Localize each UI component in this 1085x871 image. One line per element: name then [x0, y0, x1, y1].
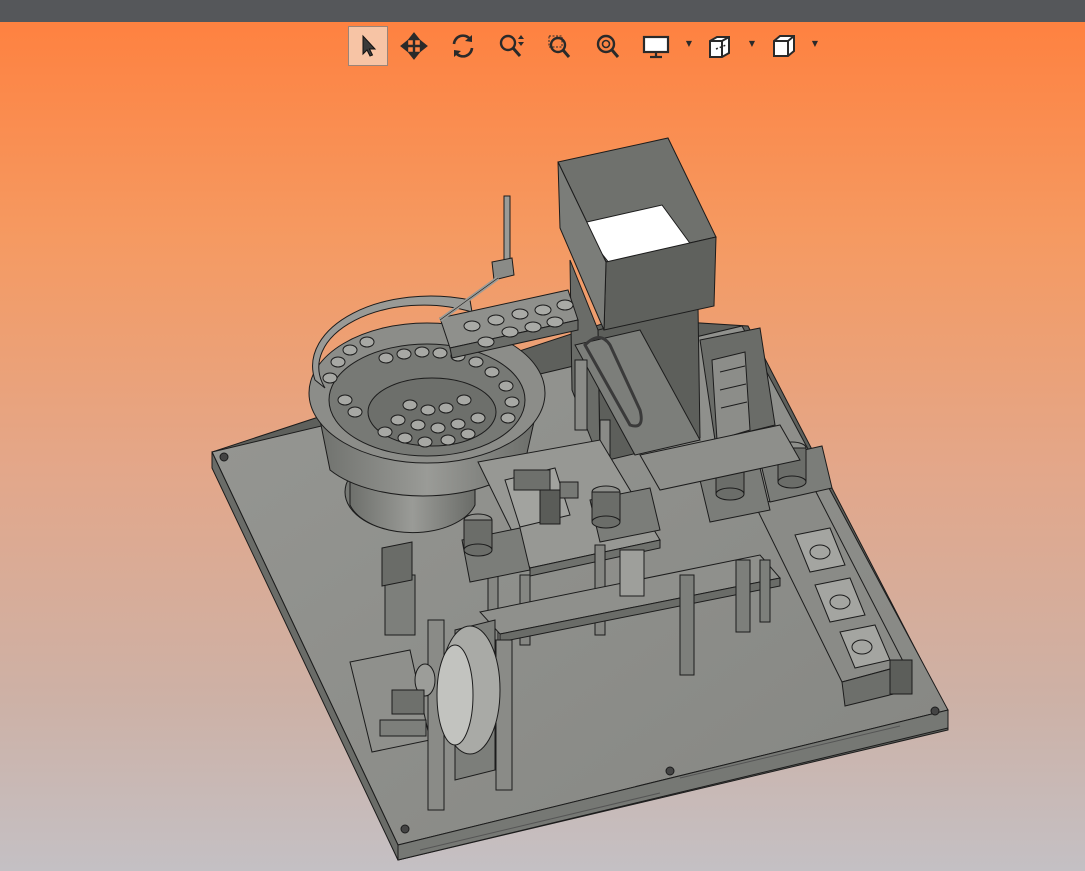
linear-feed-track [438, 195, 579, 359]
title-bar [0, 0, 1085, 22]
3d-viewport[interactable] [0, 22, 1085, 871]
cad-assembly-model [211, 137, 949, 861]
